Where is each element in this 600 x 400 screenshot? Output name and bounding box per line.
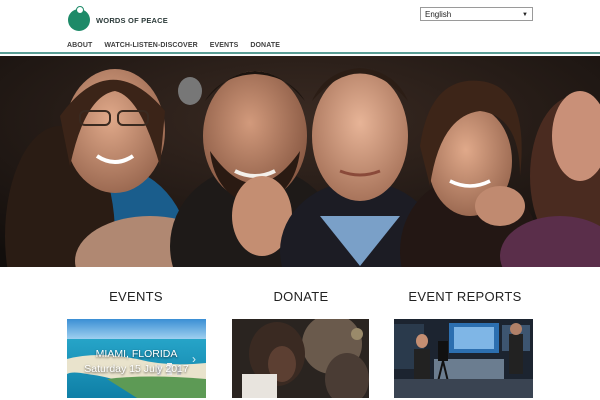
donate-image[interactable] bbox=[232, 319, 369, 398]
donate-heading[interactable]: DONATE bbox=[231, 289, 371, 304]
site-header: WORDS OF PEACE English ▼ ABOUT WATCH-LIS… bbox=[0, 0, 600, 54]
language-selected: English bbox=[425, 10, 452, 19]
events-slide-date: Saturday 15 July 2017 bbox=[84, 363, 189, 375]
nav-item-about[interactable]: ABOUT bbox=[67, 42, 92, 49]
content-sections: EVENTS MIAMI, FLORIDA Saturday 15 July 2… bbox=[0, 267, 600, 400]
language-select[interactable]: English ▼ bbox=[420, 7, 533, 21]
hero-image bbox=[0, 56, 600, 267]
chevron-down-icon: ▼ bbox=[522, 12, 528, 18]
hero-photo bbox=[0, 56, 600, 267]
logo-icon bbox=[68, 6, 90, 31]
donate-section: DONATE bbox=[231, 267, 371, 398]
event-reports-image[interactable] bbox=[394, 319, 533, 398]
tv-studio-photo bbox=[394, 319, 533, 398]
events-slide-city: MIAMI, FLORIDA bbox=[95, 348, 178, 360]
events-section: EVENTS MIAMI, FLORIDA Saturday 15 July 2… bbox=[66, 267, 206, 398]
event-reports-heading[interactable]: EVENT REPORTS bbox=[395, 289, 535, 304]
events-heading[interactable]: EVENTS bbox=[66, 289, 206, 304]
nav-item-events[interactable]: EVENTS bbox=[210, 42, 239, 49]
listener-photo bbox=[232, 319, 369, 398]
brand-name: WORDS OF PEACE bbox=[96, 15, 168, 25]
site-logo[interactable]: WORDS OF PEACE bbox=[68, 6, 168, 31]
nav-item-donate[interactable]: DONATE bbox=[250, 42, 280, 49]
nav-item-watch-listen-discover[interactable]: WATCH-LISTEN-DISCOVER bbox=[104, 42, 197, 49]
main-nav: ABOUT WATCH-LISTEN-DISCOVER EVENTS DONAT… bbox=[67, 42, 280, 49]
events-slide[interactable]: MIAMI, FLORIDA Saturday 15 July 2017 › bbox=[67, 319, 206, 398]
chevron-right-icon[interactable]: › bbox=[192, 352, 196, 366]
event-reports-section: EVENT REPORTS bbox=[394, 267, 535, 398]
